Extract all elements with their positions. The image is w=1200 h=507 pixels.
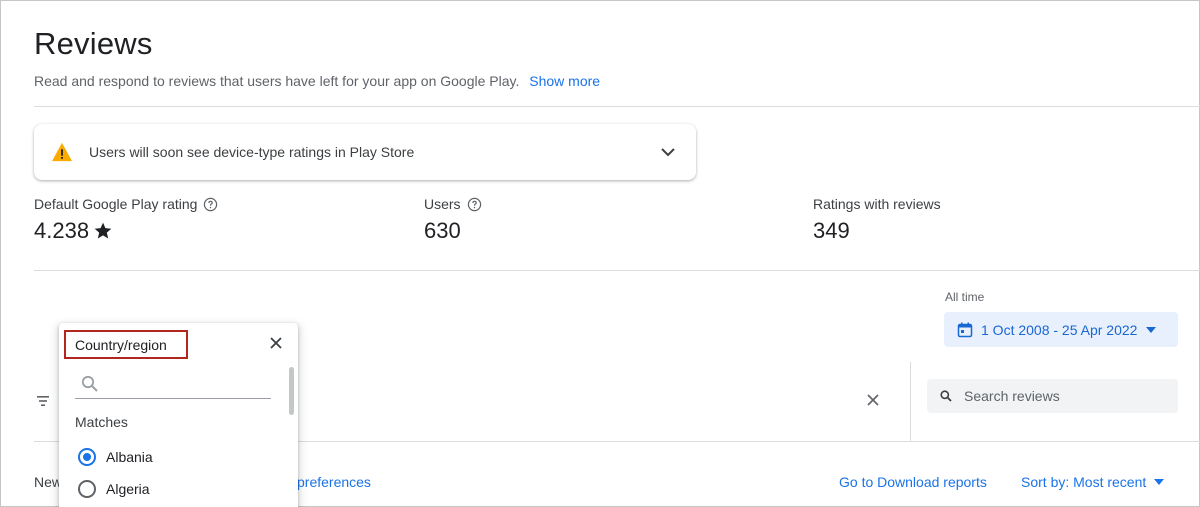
calendar-icon [957, 322, 973, 337]
date-range-caption: All time [945, 290, 985, 304]
search-icon [81, 375, 98, 392]
date-range-button[interactable]: 1 Oct 2008 - 25 Apr 2022 [944, 312, 1178, 347]
clear-filters-icon[interactable] [866, 393, 880, 407]
ratings-with-reviews-label: Ratings with reviews [813, 196, 941, 212]
close-icon[interactable] [270, 337, 282, 349]
rating-label: Default Google Play rating [34, 196, 198, 212]
users-value: 630 [424, 218, 461, 243]
help-icon[interactable] [467, 197, 482, 212]
matches-label: Matches [75, 414, 128, 430]
warning-icon [52, 142, 72, 162]
caret-down-icon [1154, 479, 1165, 485]
new-text: New [34, 474, 63, 490]
country-region-popup: Country/region Matches Albania Algeria [59, 323, 298, 507]
device-ratings-banner[interactable]: Users will soon see device-type ratings … [34, 124, 696, 180]
page-title: Reviews [34, 26, 153, 61]
sort-label: Sort by: Most recent [1021, 474, 1147, 490]
filter-icon[interactable] [36, 395, 50, 407]
show-more-link[interactable]: Show more [529, 73, 600, 89]
help-icon[interactable] [203, 197, 218, 212]
description-text: Read and respond to reviews that users h… [34, 73, 520, 89]
option-label: Albania [106, 449, 153, 465]
search-reviews-input[interactable]: Search reviews [927, 379, 1178, 413]
ratings-with-reviews-stat: Ratings with reviews 349 [813, 196, 941, 244]
country-search-input[interactable] [75, 371, 271, 399]
search-icon [940, 390, 952, 402]
rating-stat: Default Google Play rating 4.238 [34, 196, 218, 244]
users-label: Users [424, 196, 461, 212]
download-reports-link[interactable]: Go to Download reports [839, 474, 987, 490]
search-placeholder: Search reviews [964, 388, 1060, 404]
caret-down-icon [1146, 326, 1157, 333]
rating-value: 4.238 [34, 218, 90, 243]
sort-dropdown[interactable]: Sort by: Most recent [1021, 474, 1165, 490]
divider [34, 106, 1200, 107]
radio-unselected-icon[interactable] [78, 480, 96, 498]
divider [34, 270, 1200, 271]
country-option-algeria[interactable]: Algeria [78, 480, 150, 498]
date-range-text: 1 Oct 2008 - 25 Apr 2022 [981, 321, 1138, 338]
users-stat: Users 630 [424, 196, 482, 244]
page-description: Read and respond to reviews that users h… [34, 73, 600, 89]
banner-text: Users will soon see device-type ratings … [89, 144, 415, 160]
scrollbar[interactable] [289, 367, 294, 415]
chevron-down-icon[interactable] [658, 142, 678, 162]
ratings-with-reviews-value: 349 [813, 218, 850, 243]
option-label: Algeria [106, 481, 150, 497]
vertical-divider [910, 362, 911, 442]
country-option-albania[interactable]: Albania [78, 448, 153, 466]
preferences-link[interactable]: preferences [297, 474, 371, 490]
star-icon [94, 222, 112, 239]
popup-title: Country/region [64, 330, 188, 359]
radio-selected-icon[interactable] [78, 448, 96, 466]
